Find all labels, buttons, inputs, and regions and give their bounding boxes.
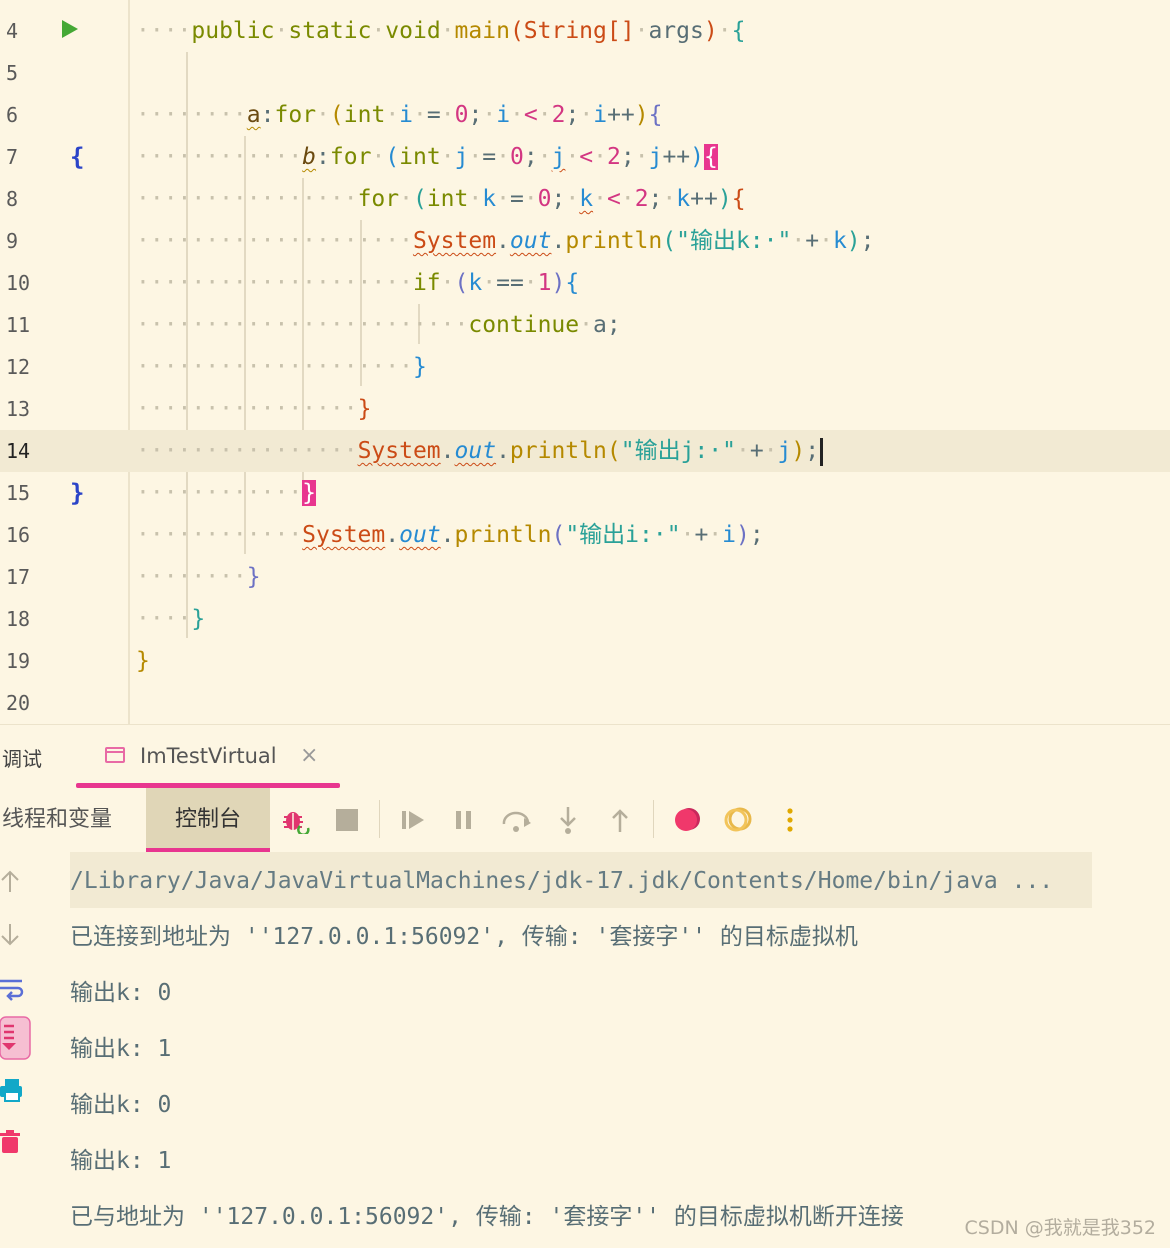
line-number: 11	[6, 313, 31, 337]
console-line: 已连接到地址为 ''127.0.0.1:56092', 传输: '套接字'' 的…	[70, 924, 858, 950]
toolbar-separator	[653, 800, 654, 838]
console-line: 已与地址为 ''127.0.0.1:56092', 传输: '套接字'' 的目标…	[70, 1204, 904, 1230]
code-text: ····public·static·void·main(String[]·arg…	[136, 18, 746, 44]
code-text: ················for·(int·k·=·0;·k·<·2;·k…	[136, 186, 746, 212]
line-number: 10	[6, 271, 31, 295]
debug-session-tab-label: ImTestVirtual	[140, 744, 277, 768]
window-icon	[105, 747, 125, 763]
code-line: 10 ····················if·(k·==·1){	[0, 262, 1170, 304]
line-number: 7	[6, 145, 19, 169]
code-line: 7 ············b:for·(int·j·=·0;·j·<·2;·j…	[0, 136, 1170, 178]
line-number: 6	[6, 103, 19, 127]
code-text: ········}	[136, 564, 261, 590]
line-number: 19	[6, 649, 31, 673]
line-number: 17	[6, 565, 31, 589]
code-text: }	[136, 648, 150, 674]
clear-console-icon[interactable]	[0, 1128, 22, 1156]
scroll-down-icon[interactable]	[0, 922, 24, 948]
code-line: 9 ····················System.out.println…	[0, 220, 1170, 262]
code-line: 19 }	[0, 640, 1170, 682]
code-text: ········a:for·(int·i·=·0;·i·<·2;·i++){	[136, 102, 663, 128]
code-line: 18 ····}	[0, 598, 1170, 640]
console-output[interactable]: /Library/Java/JavaVirtualMachines/jdk-17…	[70, 852, 1170, 1248]
debug-tool-window-header: 调试 ImTestVirtual ×	[0, 724, 1170, 789]
pause-icon[interactable]	[452, 808, 476, 832]
code-text: ····················if·(k·==·1){	[136, 270, 580, 296]
code-line: 12 ····················}	[0, 346, 1170, 388]
line-number: 8	[6, 187, 19, 211]
code-text: ························continue·a;	[136, 312, 621, 338]
console-side-toolbar	[0, 852, 40, 1248]
line-number: 20	[6, 691, 31, 715]
print-icon[interactable]	[0, 1078, 24, 1104]
code-line: 15 ············}	[0, 472, 1170, 514]
line-number: 14	[6, 439, 31, 463]
code-text: ················System.out.println("输出j:…	[136, 430, 824, 472]
scroll-to-end-icon[interactable]	[0, 1016, 32, 1062]
scroll-up-icon[interactable]	[0, 868, 24, 894]
line-number: 18	[6, 607, 31, 631]
text-caret	[820, 437, 824, 466]
code-text: ····················System.out.println("…	[136, 228, 875, 254]
code-line: 4 ····public·static·void·main(String[]·a…	[0, 10, 1170, 52]
code-text: ············System.out.println("输出i:·"·+…	[136, 522, 764, 548]
toolbar-separator	[379, 800, 380, 838]
console-line: 输出k: 1	[70, 1148, 172, 1174]
console-line: 输出k: 0	[70, 1092, 172, 1118]
debug-toolbar: 线程和变量 控制台	[0, 788, 1170, 852]
console-command-line: /Library/Java/JavaVirtualMachines/jdk-17…	[70, 852, 1092, 908]
close-tab-icon[interactable]: ×	[300, 745, 318, 767]
line-number: 12	[6, 355, 31, 379]
line-number: 4	[6, 19, 19, 43]
watermark: CSDN @我就是我352	[964, 1217, 1156, 1239]
debug-panel-title: 调试	[2, 747, 42, 771]
stop-icon[interactable]	[336, 809, 358, 831]
code-line: 20	[0, 682, 1170, 724]
line-number: 9	[6, 229, 19, 253]
view-breakpoints-icon[interactable]	[672, 805, 704, 835]
code-text: ············b:for·(int·j·=·0;·j·<·2;·j++…	[136, 144, 718, 170]
line-number: 13	[6, 397, 31, 421]
code-line: 13 ················}	[0, 388, 1170, 430]
soft-wrap-icon[interactable]	[0, 976, 26, 1002]
code-line: 11 ························continue·a;	[0, 304, 1170, 346]
code-text: ····}	[136, 606, 206, 632]
line-number: 16	[6, 523, 31, 547]
code-text: ················}	[136, 396, 372, 422]
more-options-icon[interactable]	[782, 806, 798, 834]
tab-console[interactable]: 控制台	[146, 788, 270, 852]
line-number: 5	[6, 61, 19, 85]
console-line: 输出k: 0	[70, 980, 172, 1006]
code-line: 16 ············System.out.println("输出i:·…	[0, 514, 1170, 556]
code-line: 17 ········}	[0, 556, 1170, 598]
code-line: 6 ········a:for·(int·i·=·0;·i·<·2;·i++){	[0, 94, 1170, 136]
resume-icon[interactable]	[400, 808, 426, 832]
code-line: 8 ················for·(int·k·=·0;·k·<·2;…	[0, 178, 1170, 220]
line-number: 15	[6, 481, 31, 505]
mute-breakpoints-icon[interactable]	[722, 805, 754, 835]
step-into-icon[interactable]	[556, 804, 580, 836]
console-line: 输出k: 1	[70, 1036, 172, 1062]
code-text: ····················}	[136, 354, 427, 380]
code-editor[interactable]: { } 4 ····public·static·void·main(String…	[0, 0, 1170, 724]
code-line-current: 14 ················System.out.println("输…	[0, 430, 1170, 472]
code-text: ············}	[136, 480, 317, 506]
step-over-icon[interactable]	[500, 806, 534, 834]
step-out-icon[interactable]	[608, 804, 632, 836]
rerun-debug-icon[interactable]	[280, 806, 310, 834]
code-line: 5	[0, 52, 1170, 94]
tab-threads-variables[interactable]: 线程和变量	[2, 788, 112, 852]
